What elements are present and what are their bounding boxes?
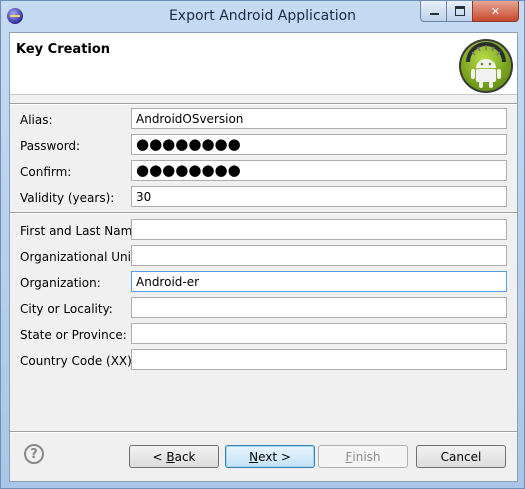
next-label-rest: ext >	[258, 449, 291, 464]
confirm-label: Confirm:	[20, 165, 72, 179]
close-icon: ✕	[490, 4, 501, 18]
header-separator	[10, 103, 517, 105]
finish-label-rest: inish	[352, 449, 381, 464]
minimize-icon	[429, 13, 439, 15]
minimize-button[interactable]	[420, 1, 448, 22]
close-button[interactable]: ✕	[472, 1, 519, 22]
title-bar: Export Android Application ✕	[1, 1, 524, 33]
help-icon[interactable]: ?	[24, 444, 44, 464]
maximize-icon	[455, 6, 465, 16]
back-label-prefix: <	[152, 449, 163, 464]
next-mnemonic: N	[249, 449, 259, 464]
cancel-button[interactable]: Cancel	[416, 445, 506, 468]
finish-button: Finish	[318, 445, 408, 468]
back-label-rest: ack	[174, 449, 196, 464]
organization-label: Organization:	[20, 276, 101, 290]
org-unit-label: Organizational Unit:	[20, 250, 140, 264]
export-dialog-window: Export Android Application ✕ Key Creatio…	[0, 0, 525, 489]
next-button[interactable]: Next >	[225, 445, 315, 468]
back-button[interactable]: < Back	[129, 445, 219, 468]
organization-field[interactable]	[131, 271, 507, 292]
footer-separator	[10, 431, 517, 433]
country-code-label: Country Code (XX):	[20, 354, 136, 368]
country-code-field[interactable]	[131, 349, 507, 370]
page-title: Key Creation	[16, 42, 111, 57]
back-mnemonic: B	[166, 449, 175, 464]
password-field[interactable]: ●●●●●●●●	[131, 134, 507, 155]
city-label: City or Locality:	[20, 302, 113, 316]
maximize-button[interactable]	[446, 1, 474, 22]
password-label: Password:	[20, 139, 81, 153]
wizard-header: Key Creation	[10, 33, 517, 95]
state-label: State or Province:	[20, 328, 127, 342]
android-logo-icon	[459, 39, 513, 93]
validity-field[interactable]	[131, 186, 507, 207]
city-field[interactable]	[131, 297, 507, 318]
first-last-name-field[interactable]	[131, 219, 507, 240]
state-field[interactable]	[131, 323, 507, 344]
organizational-unit-field[interactable]	[131, 245, 507, 266]
finish-mnemonic: F	[345, 449, 353, 464]
section-separator	[10, 212, 517, 214]
dialog-content: Key Creation Alias: AndroidOSversion Pas…	[9, 32, 518, 482]
confirm-password-field[interactable]: ●●●●●●●●	[131, 160, 507, 181]
validity-label: Validity (years):	[20, 191, 115, 205]
alias-field[interactable]	[131, 108, 507, 129]
name-label: First and Last Name:	[20, 224, 144, 238]
alias-label: Alias:	[20, 113, 53, 127]
